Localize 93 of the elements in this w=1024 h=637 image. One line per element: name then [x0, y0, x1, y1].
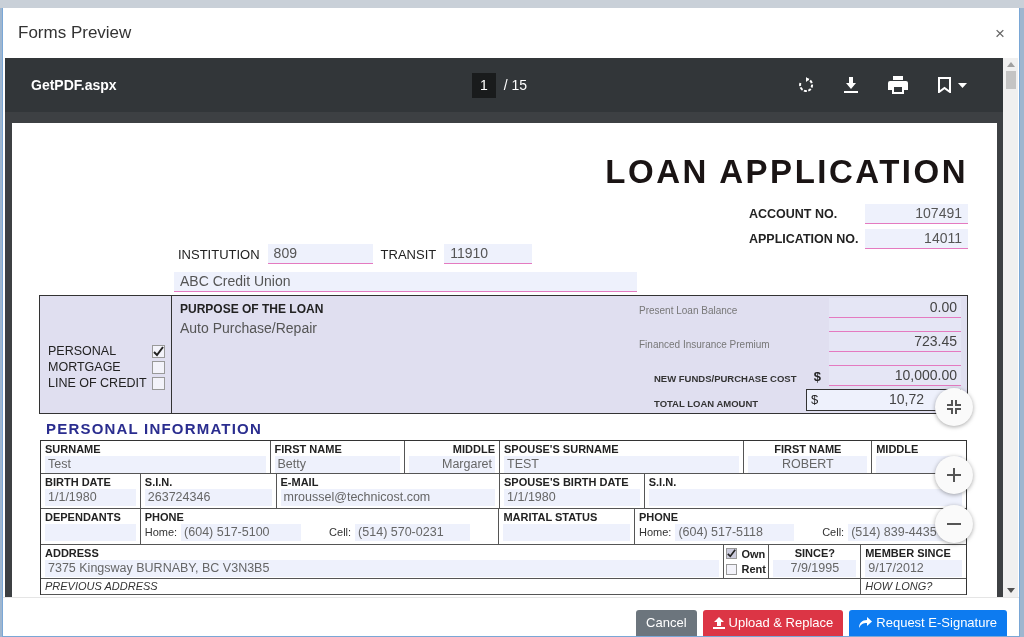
blank-field[interactable] — [829, 318, 961, 332]
field-label: PHONE — [639, 510, 680, 524]
input-field[interactable]: 1/1/1980 — [504, 489, 640, 506]
download-icon[interactable] — [844, 77, 858, 93]
checkbox[interactable] — [726, 548, 738, 560]
field-label: APPLICATION NO. — [749, 231, 860, 249]
field-label: Cell: — [329, 525, 352, 541]
signature-button[interactable]: Request E-Signature — [849, 610, 1007, 636]
input-field[interactable]: 723.45 — [829, 332, 961, 352]
field-label: SPOUSE'S BIRTH DATE — [504, 475, 630, 489]
scroll-thumb[interactable] — [1005, 71, 1016, 89]
page-number-field[interactable]: 1 — [471, 72, 496, 98]
input-field[interactable]: ABC Credit Union — [174, 272, 637, 292]
field-label: PURPOSE OF THE LOAN — [180, 301, 325, 318]
document-title: LOAN APPLICATION — [604, 152, 968, 191]
input-field[interactable]: 1/1/1980 — [45, 489, 136, 506]
currency-sign: $ — [813, 367, 821, 386]
input-field[interactable]: (604) 517-5118 — [675, 524, 795, 541]
field-label: Cell: — [822, 525, 845, 541]
field-label: TRANSIT — [380, 245, 437, 264]
input-field[interactable]: ROBERT — [748, 456, 868, 473]
checkbox[interactable] — [152, 376, 165, 390]
bookmark-menu-icon[interactable] — [938, 77, 968, 93]
option-label: Rent — [741, 562, 766, 577]
blank-field[interactable] — [829, 352, 961, 366]
field-label: DEPENDANTS — [45, 510, 122, 524]
print-icon[interactable] — [888, 76, 908, 94]
input-field[interactable]: 0.00 — [829, 298, 961, 318]
input-field[interactable]: 809 — [267, 244, 373, 264]
option-label: LINE OF CREDIT — [48, 374, 147, 392]
field-label: MIDDLE — [876, 442, 920, 456]
input-field[interactable]: 263724346 — [144, 489, 272, 506]
field-label: PREVIOUS ADDRESS — [45, 580, 159, 593]
input-field[interactable]: 10,000.00 — [829, 366, 961, 386]
option-label: PERSONAL — [48, 342, 117, 360]
field-label: MEMBER SINCE — [865, 546, 952, 560]
cancel-button[interactable]: Cancel — [636, 610, 697, 636]
rotate-icon[interactable] — [798, 77, 814, 93]
input-field[interactable]: 107491 — [865, 204, 968, 224]
field-label: S.I.N. — [144, 475, 174, 489]
field-label: Home: — [144, 525, 178, 541]
share-arrow-icon — [859, 617, 873, 628]
input-field[interactable]: Betty — [274, 456, 401, 473]
upload-icon — [712, 616, 725, 629]
section-heading: PERSONAL INFORMATION — [46, 420, 263, 438]
close-button[interactable]: × — [995, 24, 1005, 42]
field-label: ADDRESS — [45, 546, 100, 560]
input-field[interactable]: mroussel@technicost.com — [280, 489, 496, 506]
checkbox[interactable] — [152, 344, 165, 358]
input-field[interactable] — [648, 489, 962, 506]
checkbox[interactable] — [152, 360, 165, 374]
field-label: PHONE — [144, 510, 185, 524]
field-label: HOW LONG? — [865, 580, 934, 593]
input-field[interactable]: (604) 517-5100 — [181, 524, 302, 541]
field-label: Present Loan Balance — [639, 304, 739, 318]
field-label: Home: — [639, 525, 672, 541]
input-field[interactable]: Test — [45, 456, 266, 473]
input-field[interactable]: 11910 — [444, 244, 533, 264]
upload-button[interactable]: Upload & Replace — [702, 610, 844, 636]
option-label: MORTGAGE — [48, 358, 121, 376]
page-count: / 15 — [503, 75, 528, 95]
plus-icon — [946, 467, 962, 483]
scrollbar[interactable] — [1003, 58, 1018, 597]
input-field[interactable]: 7375 Kingsway BURNABY, BC V3N3B5 — [45, 560, 720, 577]
field-label: SURNAME — [45, 442, 102, 456]
checkbox[interactable] — [726, 563, 738, 575]
input-field[interactable]: 9/17/2012 — [865, 560, 962, 577]
field-label: FIRST NAME — [773, 442, 843, 456]
scroll-up-icon[interactable] — [1006, 62, 1015, 67]
field-label: FIRST NAME — [274, 442, 343, 456]
field-label: Financed Insurance Premium — [639, 338, 771, 352]
dialog-title: Forms Preview — [18, 22, 132, 45]
input-field[interactable]: 14011 — [865, 229, 968, 249]
input-field[interactable]: 7/9/1995 — [773, 560, 857, 577]
field-label: MIDDLE — [451, 442, 495, 456]
field-value: Auto Purchase/Repair — [180, 319, 318, 338]
file-name: GetPDF.aspx — [31, 75, 118, 95]
field-label: MARITAL STATUS — [503, 510, 599, 524]
field-label: SPOUSE'S SURNAME — [504, 442, 620, 456]
option-label: Own — [741, 546, 766, 561]
field-label: ACCOUNT NO. — [749, 206, 839, 224]
field-label: S.I.N. — [648, 475, 678, 489]
input-field[interactable]: Margaret — [409, 456, 495, 473]
field-label: SINCE? — [793, 546, 836, 560]
input-field[interactable]: (514) 570-0231 — [355, 524, 471, 541]
field-label: NEW FUNDS/PURCHASE COST — [653, 371, 798, 386]
field-label: E-MAIL — [280, 475, 320, 489]
scroll-down-icon[interactable] — [1006, 588, 1015, 593]
field-label: INSTITUTION — [178, 245, 260, 264]
field-label: TOTAL LOAN AMOUNT — [653, 396, 760, 411]
field-label: BIRTH DATE — [45, 475, 112, 489]
minus-icon — [946, 522, 962, 526]
input-field[interactable]: TEST — [504, 456, 740, 473]
